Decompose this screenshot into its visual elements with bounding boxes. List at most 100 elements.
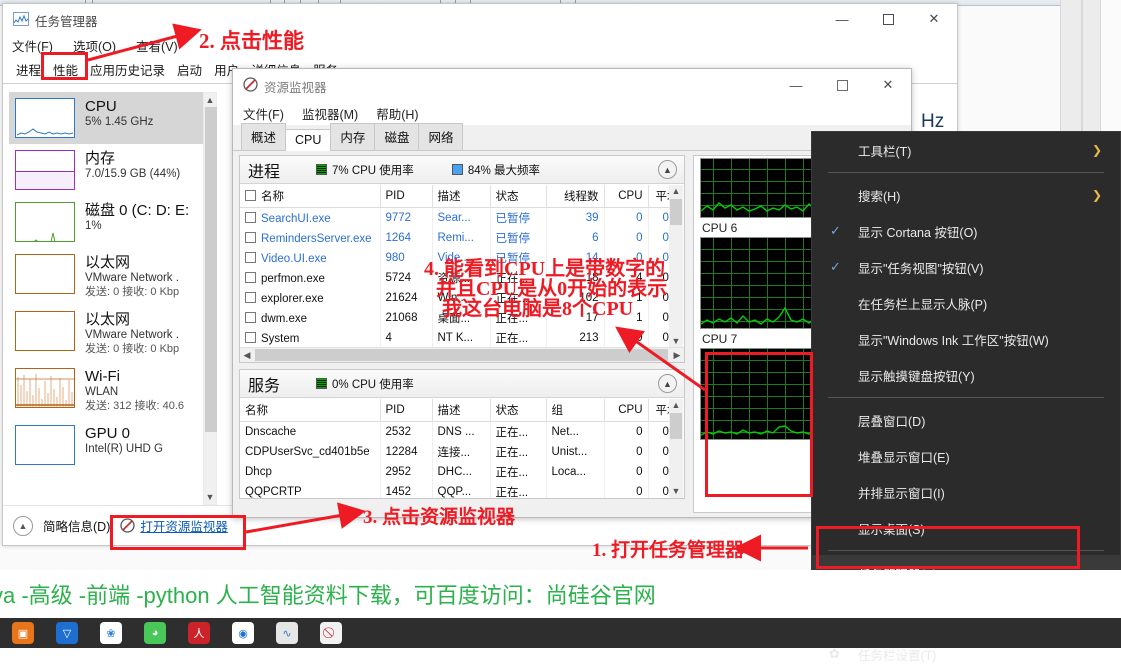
rm-tab-cpu[interactable]: CPU bbox=[285, 129, 332, 151]
cell-avg: 0.0 bbox=[648, 482, 669, 498]
resmon-icon[interactable]: ⃠ bbox=[320, 622, 342, 644]
services-header-row: 名称 PID 描述 状态^ 组 CPU 平均 bbox=[240, 399, 669, 422]
col-cpu[interactable]: CPU bbox=[604, 185, 649, 208]
fewer-details-label[interactable]: 简略信息(D) bbox=[43, 516, 110, 535]
menu-item-cascade-windows[interactable]: 层叠窗口(D) bbox=[812, 402, 1120, 438]
col-status[interactable]: 状态 ^ bbox=[490, 185, 547, 208]
wechat-icon[interactable]: ◕ bbox=[144, 622, 166, 644]
cell-name: System bbox=[240, 328, 381, 347]
scrollbar-thumb[interactable] bbox=[205, 107, 217, 432]
resource-item-cpu[interactable]: CPU 5% 1.45 GHz bbox=[9, 92, 205, 144]
scroll-left-arrow[interactable]: ◀ bbox=[240, 348, 254, 362]
processes-vertical-scrollbar[interactable]: ▲ ▼ bbox=[669, 185, 683, 348]
menu-item-search[interactable]: 搜索(H) ❯ bbox=[812, 177, 1120, 213]
scroll-up-arrow[interactable]: ▲ bbox=[669, 399, 683, 412]
table-row[interactable]: Dhcp 2952 DHC... 正在... Loca... 0 0.0 bbox=[240, 462, 669, 482]
rm-maximize-button[interactable] bbox=[819, 69, 865, 101]
menu-item-show-windows-ink-workspace-button[interactable]: 显示"Windows Ink 工作区"按钮(W) bbox=[812, 321, 1120, 357]
rm-menu-monitor[interactable]: 监视器(M) bbox=[302, 104, 358, 123]
processes-horizontal-scrollbar[interactable]: ◀ ▶ bbox=[240, 347, 684, 362]
services-vertical-scrollbar[interactable]: ▲ ▼ bbox=[669, 399, 683, 498]
col-name[interactable]: 名称 bbox=[240, 399, 381, 422]
col-desc[interactable]: 描述 bbox=[432, 399, 491, 422]
browser-icon[interactable]: ▽ bbox=[56, 622, 78, 644]
rm-tab-memory[interactable]: 内存 bbox=[330, 123, 376, 150]
table-row[interactable]: Dnscache 2532 DNS ... 正在... Net... 0 0.1 bbox=[240, 421, 669, 442]
tab-app-history[interactable]: 应用历史记录 bbox=[84, 57, 171, 83]
qq-pc-icon[interactable]: ❀ bbox=[100, 622, 122, 644]
col-name[interactable]: 名称 bbox=[240, 185, 381, 208]
minimize-button[interactable]: — bbox=[819, 4, 865, 34]
resource-item-disk[interactable]: 磁盘 0 (C: D: E: 1% bbox=[9, 196, 205, 248]
rm-minimize-button[interactable]: — bbox=[773, 69, 819, 101]
vmware-icon[interactable]: ▣ bbox=[12, 622, 34, 644]
col-desc[interactable]: 描述 bbox=[432, 185, 491, 208]
highlight-task-manager-menu-item bbox=[816, 526, 1080, 569]
resource-item-ethernet-2[interactable]: 以太网 VMware Network . 发送: 0 接收: 0 Kbp bbox=[9, 305, 205, 362]
ethernet-thumbnail bbox=[15, 254, 75, 294]
scroll-down-arrow[interactable]: ▼ bbox=[204, 490, 216, 504]
table-row[interactable]: RemindersServer.exe 1264 Remi... 已暂停 6 0… bbox=[240, 228, 669, 248]
menu-item-show-windows-stacked[interactable]: 堆叠显示窗口(E) bbox=[812, 438, 1120, 474]
os-taskbar[interactable]: ▣ ▽ ❀ ◕ 人 ◉ ∿ ⃠ bbox=[0, 618, 1121, 648]
menu-item-show-task-view-button[interactable]: ✓ 显示"任务视图"按钮(V) bbox=[812, 249, 1120, 285]
scrollbar-thumb[interactable] bbox=[255, 349, 668, 361]
col-avg[interactable]: 平均 bbox=[648, 185, 669, 208]
rm-close-button[interactable]: ✕ bbox=[865, 69, 911, 101]
menu-item-show-windows-side-by-side[interactable]: 并排显示窗口(I) bbox=[812, 474, 1120, 510]
processes-header-row: 名称 PID 描述 状态^ 线程数 CPU 平均 bbox=[240, 185, 669, 208]
cell-desc: QQP... bbox=[432, 482, 491, 498]
rm-tab-overview[interactable]: 概述 bbox=[241, 123, 287, 150]
table-row[interactable]: QQPCRTP 1452 QQP... 正在... 0 0.0 bbox=[240, 482, 669, 498]
services-panel: 服务 0% CPU 使用率 ▲ 名称 PID 描述 状态 ^ 组 CPU 平 D… bbox=[239, 369, 685, 499]
processes-panel-header[interactable]: 进程 7% CPU 使用率 84% 最大频率 ▲ bbox=[240, 156, 684, 184]
menu-item-show-people-on-taskbar[interactable]: 在任务栏上显示人脉(P) bbox=[812, 285, 1120, 321]
rm-tab-network[interactable]: 网络 bbox=[418, 123, 464, 150]
services-panel-title: 服务 bbox=[248, 377, 281, 395]
col-cpu[interactable]: CPU bbox=[604, 399, 649, 422]
processes-collapse-icon[interactable]: ▲ bbox=[658, 160, 677, 179]
scroll-right-arrow[interactable]: ▶ bbox=[670, 348, 684, 362]
menu-item-show-touch-keyboard-button[interactable]: 显示触摸键盘按钮(Y) bbox=[812, 357, 1120, 393]
resource-item-gpu[interactable]: GPU 0 Intel(R) UHD G bbox=[9, 419, 205, 471]
col-pid[interactable]: PID bbox=[380, 399, 433, 422]
rm-menu-file[interactable]: 文件(F) bbox=[243, 104, 284, 123]
rm-tab-disk[interactable]: 磁盘 bbox=[374, 123, 420, 150]
tab-startup[interactable]: 启动 bbox=[171, 57, 208, 83]
scroll-up-arrow[interactable]: ▲ bbox=[669, 185, 683, 198]
rm-menu-help[interactable]: 帮助(H) bbox=[376, 104, 418, 123]
table-row[interactable]: SearchUI.exe 9772 Sear... 已暂停 39 0 0.0 bbox=[240, 207, 669, 228]
table-row[interactable]: CDPUserSvc_cd401b5e 12284 连接... 正在... Un… bbox=[240, 442, 669, 462]
resource-throughput: 发送: 0 接收: 0 Kbp bbox=[85, 286, 180, 298]
menu-item-label: 堆叠显示窗口(E) bbox=[858, 450, 950, 465]
resource-list-scrollbar[interactable]: ▲ ▼ bbox=[203, 92, 217, 505]
menu-view[interactable]: 查看(V) bbox=[136, 36, 178, 55]
services-collapse-icon[interactable]: ▲ bbox=[658, 374, 677, 393]
resource-item-memory[interactable]: 内存 7.0/15.9 GB (44%) bbox=[9, 144, 205, 196]
cell-threads: 6 bbox=[546, 228, 605, 248]
maximize-button[interactable] bbox=[865, 4, 911, 34]
performance-resource-list[interactable]: CPU 5% 1.45 GHz 内存 7.0/15.9 GB (44%) 磁盘 … bbox=[9, 92, 205, 505]
col-status[interactable]: 状态 ^ bbox=[490, 399, 547, 422]
col-pid[interactable]: PID bbox=[380, 185, 433, 208]
scroll-up-arrow[interactable]: ▲ bbox=[204, 93, 216, 107]
chrome-icon[interactable]: ◉ bbox=[232, 622, 254, 644]
resource-item-ethernet-1[interactable]: 以太网 VMware Network . 发送: 0 接收: 0 Kbp bbox=[9, 248, 205, 305]
acrobat-icon[interactable]: 人 bbox=[188, 622, 210, 644]
resource-item-wifi[interactable]: Wi-Fi WLAN 发送: 312 接收: 40.6 bbox=[9, 362, 205, 419]
scroll-down-arrow[interactable]: ▼ bbox=[669, 485, 683, 498]
scrollbar-thumb[interactable] bbox=[670, 413, 682, 439]
col-group[interactable]: 组 bbox=[546, 399, 605, 422]
collapse-chevron-icon[interactable]: ▲ bbox=[13, 515, 33, 536]
scrollbar-thumb[interactable] bbox=[670, 199, 682, 225]
taskmgr-icon[interactable]: ∿ bbox=[276, 622, 298, 644]
menu-item-toolbars[interactable]: 工具栏(T) ❯ bbox=[812, 132, 1120, 168]
services-table[interactable]: 名称 PID 描述 状态^ 组 CPU 平均 Dnscache 2532 DNS… bbox=[240, 399, 669, 498]
col-threads[interactable]: 线程数 bbox=[546, 185, 605, 208]
resource-monitor-menubar: 文件(F) 监视器(M) 帮助(H) bbox=[233, 101, 911, 125]
menu-item-show-cortana-button[interactable]: ✓ 显示 Cortana 按钮(O) bbox=[812, 213, 1120, 249]
close-button[interactable]: ✕ bbox=[911, 4, 957, 34]
table-row[interactable]: System 4 NT K... 正在... 213 0 0.3 bbox=[240, 328, 669, 347]
col-avg[interactable]: 平均 bbox=[648, 399, 669, 422]
services-panel-header[interactable]: 服务 0% CPU 使用率 ▲ bbox=[240, 370, 684, 398]
